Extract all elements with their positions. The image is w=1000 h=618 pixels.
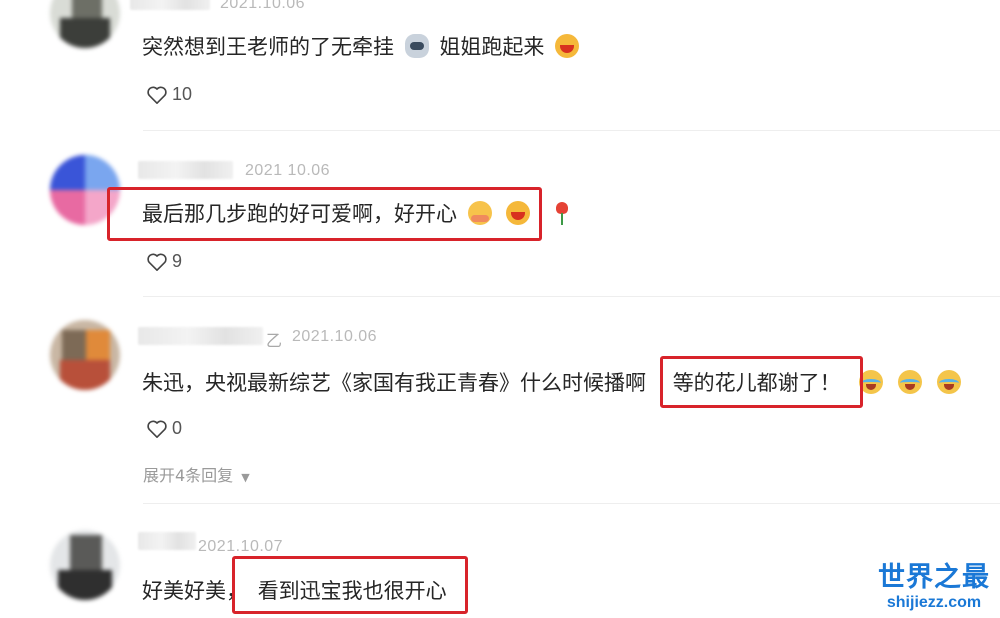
- like-button[interactable]: 10: [146, 84, 192, 105]
- heart-icon: [147, 420, 167, 438]
- expand-replies-link[interactable]: 展开4条回复 ▼: [143, 462, 250, 486]
- heart-icon: [147, 253, 167, 271]
- avatar[interactable]: [50, 320, 120, 390]
- username-blurred[interactable]: [138, 327, 263, 345]
- rose-emoji: [551, 201, 571, 225]
- commenter-name-suffix: 乙: [266, 333, 283, 350]
- watermark-title: 世界之最: [878, 562, 990, 593]
- username-blurred[interactable]: [138, 161, 233, 179]
- comment-date: 2021 10.06: [245, 162, 331, 179]
- chevron-down-icon: ▼: [241, 471, 250, 484]
- like-count: 0: [172, 418, 183, 438]
- comment-text-tail: 姐姐跑起来: [439, 35, 545, 59]
- comment-text-main: 朱迅，央视最新综艺《家国有我正青春》什么时候播啊: [142, 371, 646, 395]
- tears-of-joy-emoji: [898, 370, 923, 394]
- cat-emoji: [404, 34, 429, 58]
- comment-text-main: 突然想到王老师的了无牵挂: [142, 35, 394, 59]
- expand-replies-label: 展开4条回复: [143, 466, 234, 485]
- comment-date: 2021.10.06: [220, 0, 306, 12]
- avatar[interactable]: [50, 0, 120, 48]
- like-button[interactable]: 9: [146, 251, 182, 272]
- divider: [143, 503, 1000, 504]
- highlight-box: [107, 187, 542, 241]
- avatar[interactable]: [50, 530, 120, 600]
- username-blurred[interactable]: [130, 0, 210, 10]
- divider: [143, 296, 1000, 297]
- like-count: 9: [172, 251, 183, 271]
- username-blurred[interactable]: [138, 532, 196, 550]
- like-count: 10: [172, 84, 193, 104]
- comment-date: 2021.10.07: [198, 538, 284, 555]
- comment-text: 突然想到王老师的了无牵挂 姐姐跑起来: [142, 31, 583, 61]
- tears-of-joy-emoji: [936, 370, 961, 394]
- divider: [143, 130, 1000, 131]
- site-watermark: 世界之最 shijiezz.com: [878, 555, 990, 612]
- laughing-emoji: [555, 34, 580, 58]
- comment-date: 2021.10.06: [292, 328, 378, 345]
- highlight-box: [660, 356, 863, 408]
- like-button[interactable]: 0: [146, 418, 182, 439]
- watermark-url: shijiezz.com: [886, 594, 982, 611]
- highlight-box: [232, 556, 468, 614]
- heart-icon: [147, 86, 167, 104]
